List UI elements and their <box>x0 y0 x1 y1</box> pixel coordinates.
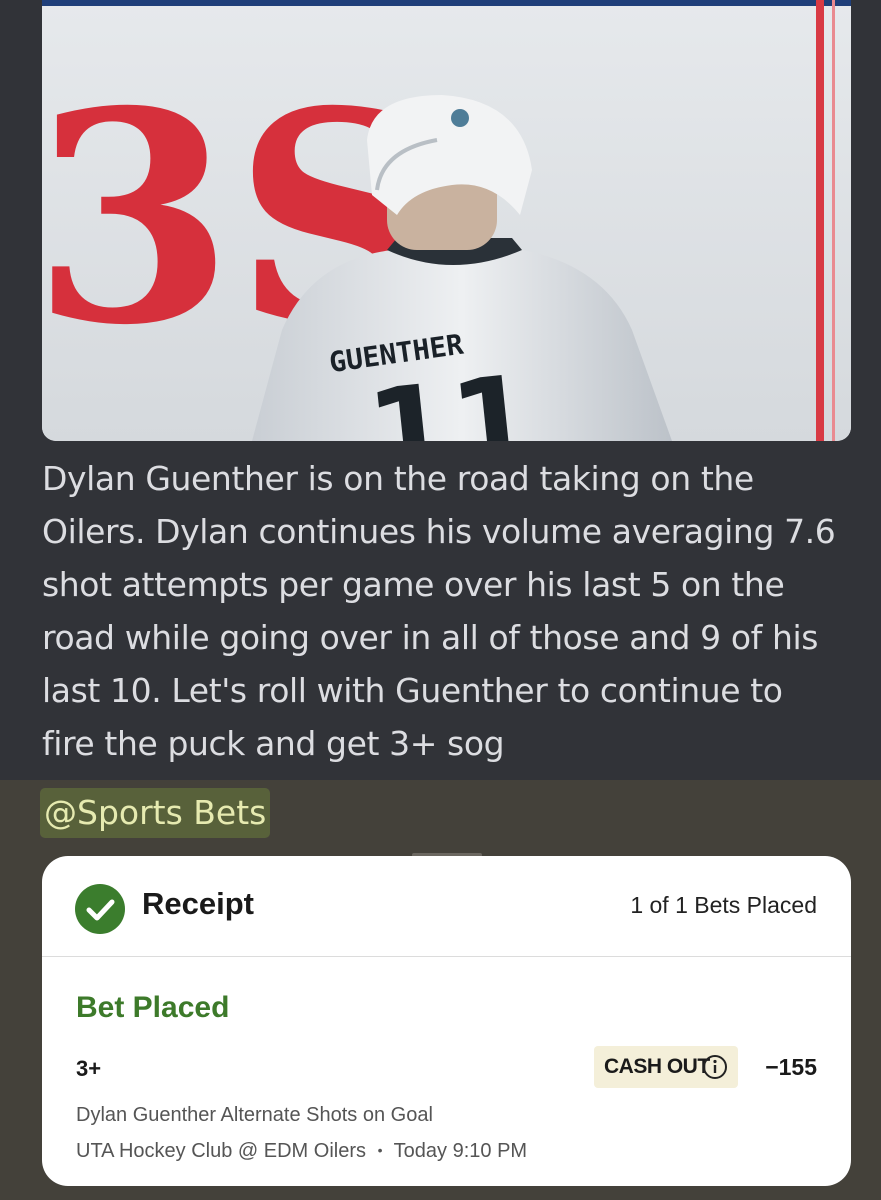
hockey-player-photo: 3S GUENTHER 11 <box>42 0 851 441</box>
receipt-title: Receipt <box>142 886 254 921</box>
cash-out-label: CASH OUT <box>604 1055 710 1078</box>
bet-odds: −155 <box>765 1054 817 1080</box>
check-circle-icon <box>75 884 125 934</box>
separator-dot: • <box>377 1142 383 1158</box>
message-text: Dylan Guenther is on the road taking on … <box>42 459 836 763</box>
bet-matchup-line: UTA Hockey Club @ EDM Oilers • Today 9:1… <box>76 1140 527 1163</box>
bet-market: Dylan Guenther Alternate Shots on Goal <box>76 1104 433 1126</box>
message-image[interactable]: 3S GUENTHER 11 <box>42 0 851 441</box>
bet-receipt-card[interactable]: Receipt 1 of 1 Bets Placed Bet Placed 3+… <box>42 856 851 1186</box>
info-icon[interactable] <box>702 1054 728 1084</box>
bet-status: Bet Placed <box>76 991 230 1024</box>
matchup: UTA Hockey Club @ EDM Oilers <box>76 1140 366 1162</box>
bet-selection: 3+ <box>76 1056 102 1081</box>
mention-sports-bets[interactable]: @Sports Bets <box>40 788 271 838</box>
bets-placed-count: 1 of 1 Bets Placed <box>630 892 817 918</box>
game-time: Today 9:10 PM <box>393 1140 528 1162</box>
receipt-header: Receipt 1 of 1 Bets Placed <box>42 856 851 957</box>
jersey-number: 11 <box>361 350 542 441</box>
cash-out-button[interactable]: CASH OUT <box>594 1046 738 1088</box>
